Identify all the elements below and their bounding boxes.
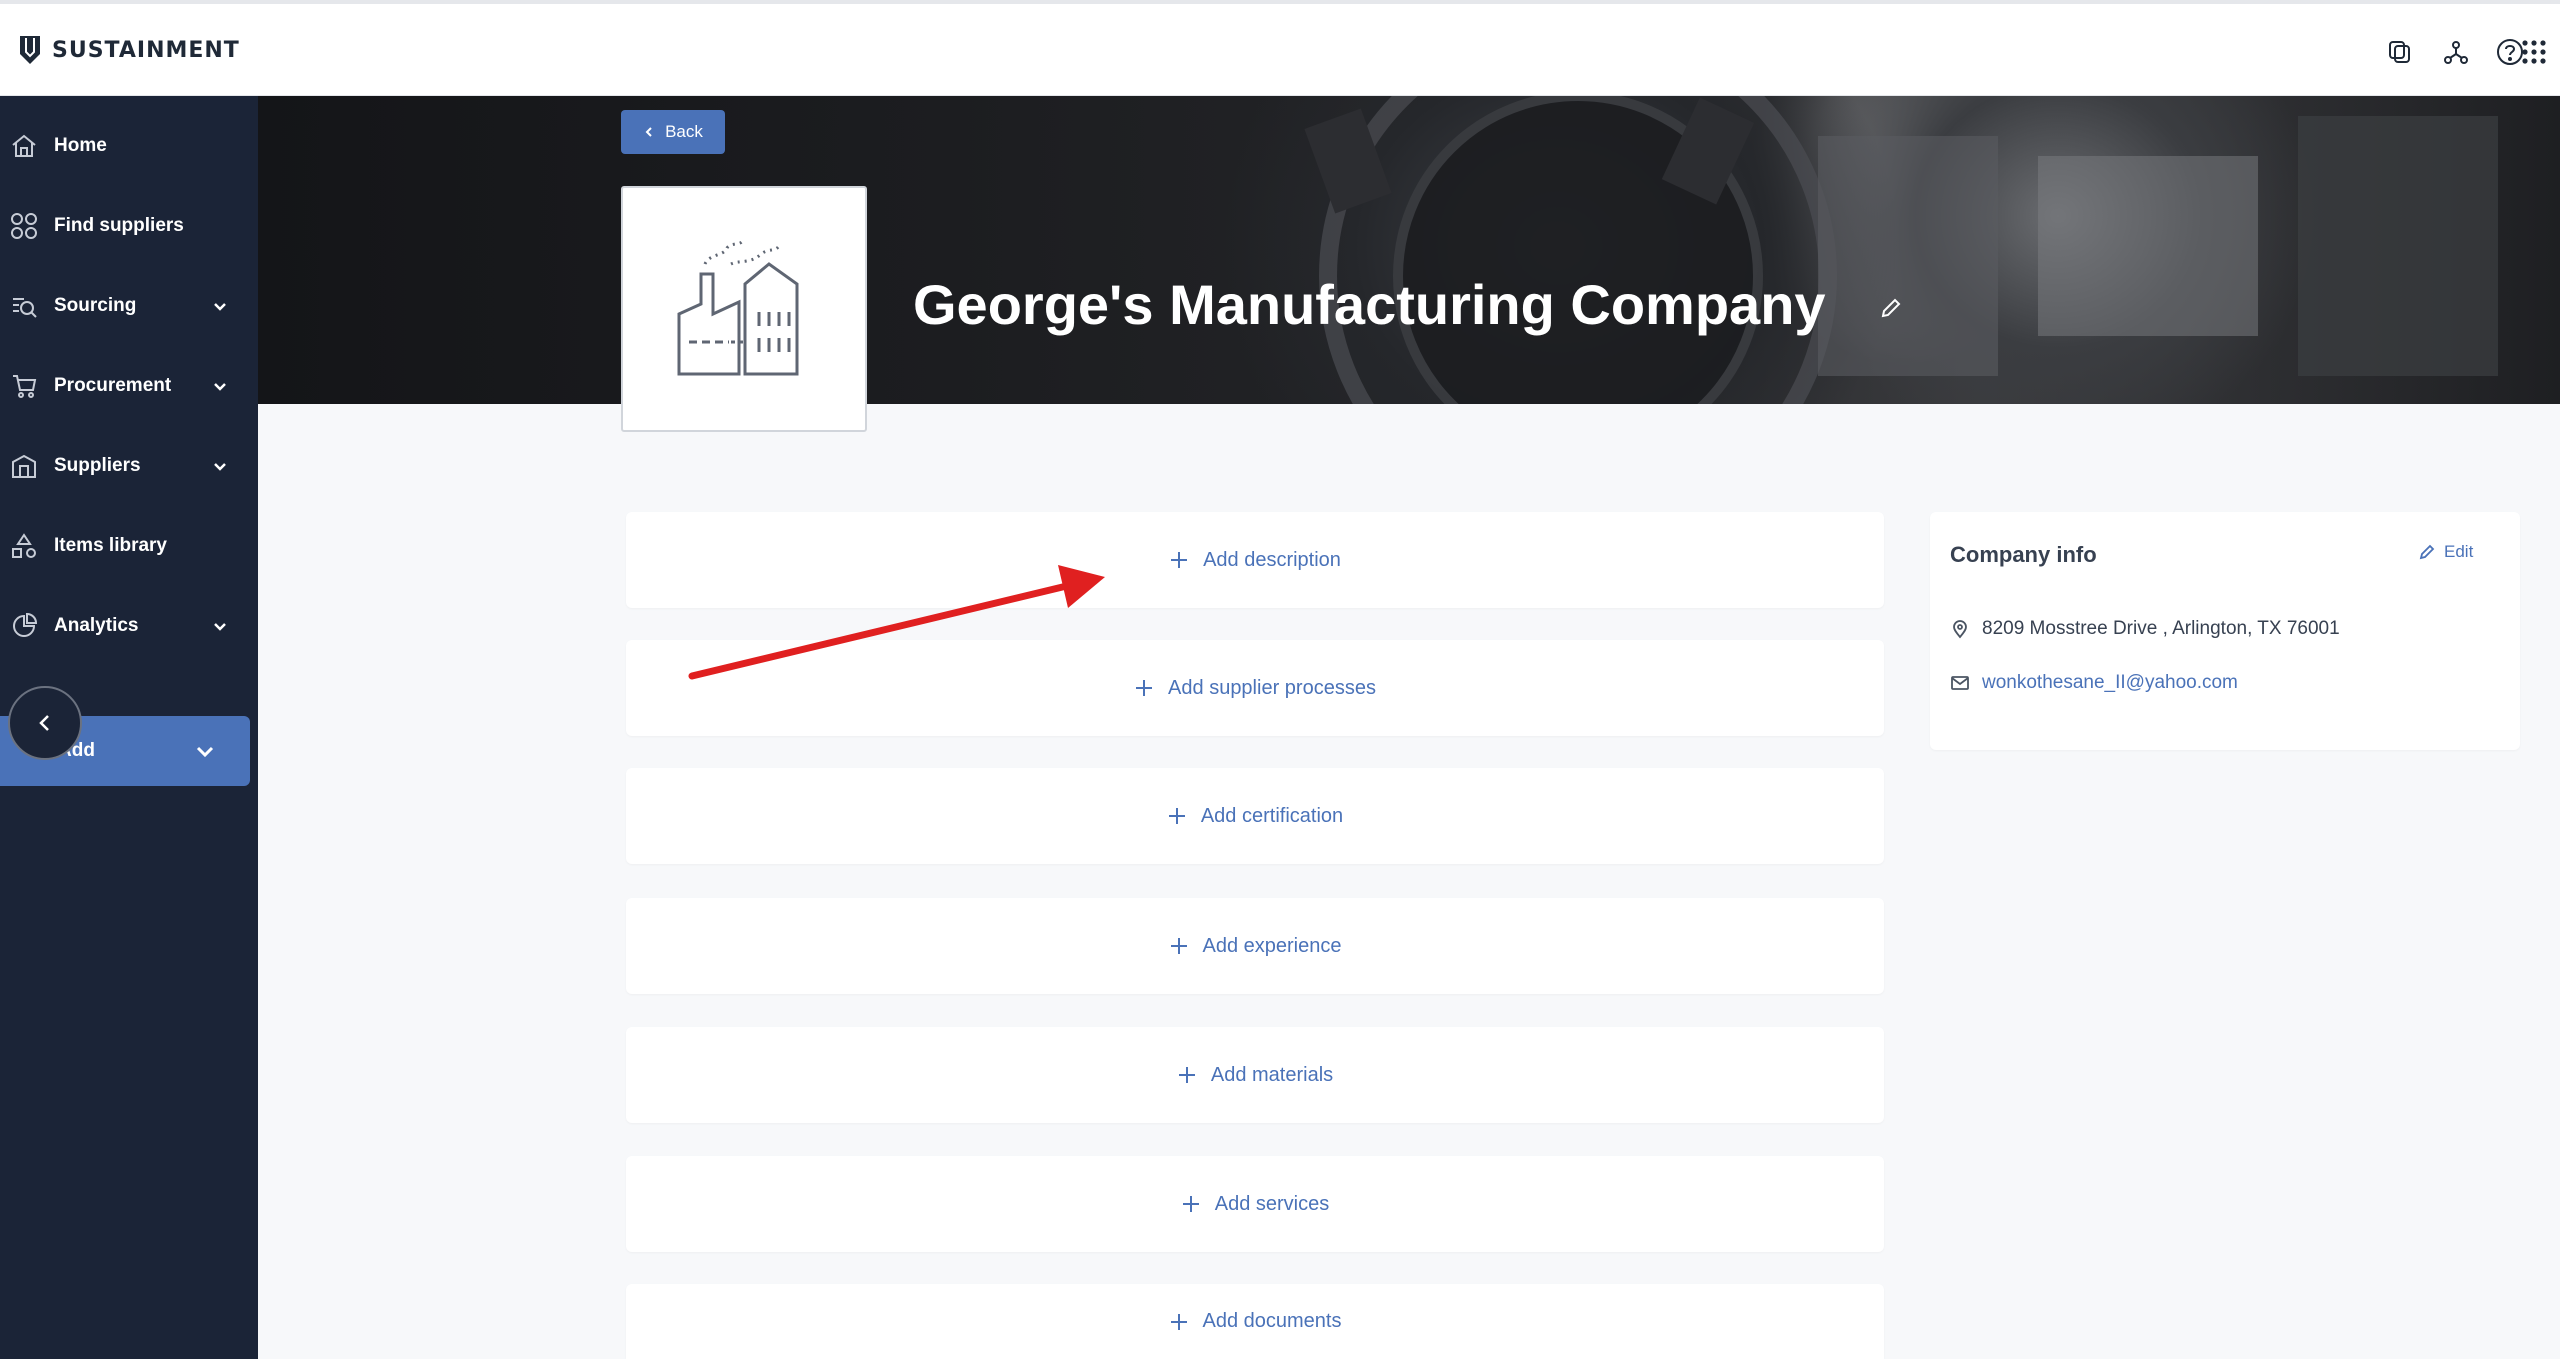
section-label: Add services — [1214, 1192, 1330, 1215]
chevron-down-icon[interactable] — [210, 456, 230, 476]
chevron-down-icon[interactable] — [210, 616, 230, 636]
banner-machine-illustration — [1304, 96, 2498, 404]
sidebar-item-procurement[interactable]: Procurement — [0, 356, 258, 416]
collapse-sidebar-button[interactable] — [8, 686, 82, 760]
sidebar-item-label: Home — [54, 135, 107, 156]
section-label: Add description — [1203, 548, 1341, 571]
sourcing-icon — [8, 290, 40, 322]
chart-icon — [8, 610, 40, 642]
email-link[interactable]: wonkothesane_II@yahoo.com — [1982, 672, 2238, 694]
add-certification-button[interactable]: Add certification — [626, 768, 1884, 864]
pencil-icon — [1881, 298, 1901, 318]
mail-icon — [1951, 676, 1969, 690]
sidebar-item-find-suppliers[interactable]: Find suppliers — [0, 196, 258, 256]
top-bar: SUSTAINMENT — [0, 0, 2560, 96]
factory-icon — [677, 239, 799, 376]
plus-icon — [1169, 1312, 1189, 1332]
sidebar-item-label: Find suppliers — [54, 215, 184, 236]
chevron-left-icon — [645, 127, 652, 137]
brand-name: SUSTAINMENT — [52, 37, 240, 63]
plus-icon — [1177, 1065, 1197, 1085]
sidebar-item-label: Items library — [54, 535, 167, 556]
company-logo[interactable] — [621, 186, 867, 432]
cart-icon — [8, 370, 40, 402]
add-materials-button[interactable]: Add materials — [626, 1027, 1884, 1123]
sidebar-item-home[interactable]: Home — [0, 116, 258, 176]
section-label: Add experience — [1202, 934, 1342, 957]
plus-icon — [1167, 806, 1187, 826]
company-info-title: Company info — [1950, 542, 2097, 567]
company-name: George's Manufacturing Company — [913, 273, 1826, 336]
cover-banner — [258, 96, 2560, 404]
section-label: Add documents — [1202, 1310, 1342, 1332]
sidebar-item-suppliers[interactable]: Suppliers — [0, 436, 258, 496]
plus-icon — [1169, 550, 1189, 570]
sidebar-item-label: Procurement — [54, 375, 172, 396]
company-info-edit-button[interactable]: Edit — [2418, 542, 2473, 562]
company-info-card: Company info Edit 8209 Mosstree Drive , … — [1930, 512, 2520, 750]
add-supplier-processes-button[interactable]: Add supplier processes — [626, 640, 1884, 736]
edit-company-name-button[interactable] — [1876, 293, 1906, 323]
add-services-button[interactable]: Add services — [626, 1156, 1884, 1252]
add-experience-button[interactable]: Add experience — [626, 898, 1884, 994]
chevron-left-icon — [39, 715, 49, 731]
chevron-down-icon[interactable] — [210, 296, 230, 316]
company-address: 8209 Mosstree Drive , Arlington, TX 7600… — [1950, 618, 2340, 640]
location-pin-icon — [1953, 620, 1967, 639]
edit-label: Edit — [2444, 542, 2474, 561]
sidebar-item-label: Sourcing — [54, 295, 137, 316]
back-button[interactable]: Back — [621, 110, 725, 154]
sidebar-item-items-library[interactable]: Items library — [0, 516, 258, 576]
company-email[interactable]: wonkothesane_II@yahoo.com — [1950, 672, 2238, 694]
chevron-down-icon[interactable] — [210, 376, 230, 396]
sidebar-item-analytics[interactable]: Analytics — [0, 596, 258, 656]
copy-icon[interactable] — [2380, 32, 2420, 72]
sustainment-logo-icon — [20, 36, 40, 64]
plus-icon — [1134, 678, 1154, 698]
address-text: 8209 Mosstree Drive , Arlington, TX 7600… — [1982, 618, 2340, 639]
sidebar: Home Find suppliers Sourcing Procurement… — [0, 96, 258, 1359]
sidebar-item-label: Suppliers — [54, 455, 141, 476]
section-label: Add certification — [1200, 804, 1344, 827]
brand[interactable]: SUSTAINMENT — [18, 34, 240, 66]
add-description-button[interactable]: Add description — [626, 512, 1884, 608]
shapes-icon — [8, 530, 40, 562]
back-button-label: Back — [665, 122, 703, 141]
home-icon — [8, 130, 40, 162]
section-label: Add materials — [1210, 1063, 1334, 1086]
apps-grid-icon[interactable] — [2514, 32, 2554, 72]
find-suppliers-icon — [8, 210, 40, 242]
section-label: Add supplier processes — [1168, 676, 1376, 699]
plus-icon — [1169, 936, 1189, 956]
network-icon[interactable] — [2436, 32, 2476, 72]
plus-icon — [1181, 1194, 1201, 1214]
sidebar-item-label: Analytics — [54, 615, 139, 636]
pencil-icon — [2419, 544, 2435, 560]
add-documents-button[interactable]: Add documents — [626, 1284, 1884, 1359]
sidebar-item-sourcing[interactable]: Sourcing — [0, 276, 258, 336]
building-icon — [8, 450, 40, 482]
chevron-down-icon — [192, 738, 218, 764]
